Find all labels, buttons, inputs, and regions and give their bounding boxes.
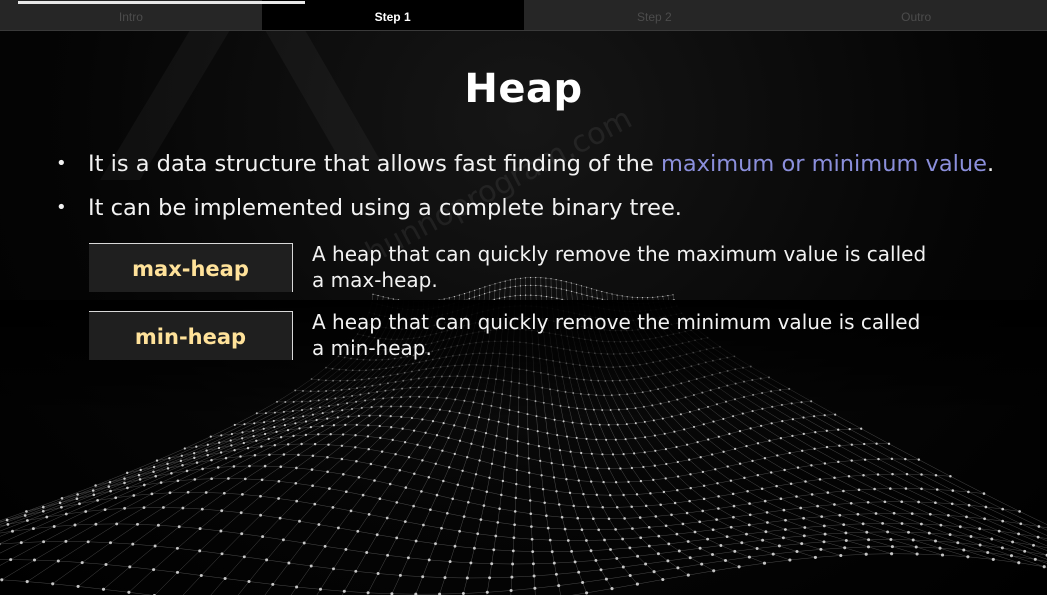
bullet-item: • It is a data structure that allows fast… — [56, 151, 994, 177]
term-description-line: a min-heap. — [312, 336, 432, 360]
term-description-line: A heap that can quickly remove the minim… — [312, 310, 921, 334]
bullet-highlight: maximum or minimum value — [660, 151, 988, 177]
bullet-dot-icon: • — [56, 153, 67, 174]
tab-step-2[interactable]: Step 2 — [523, 0, 786, 30]
progress-indicator — [18, 1, 305, 4]
tab-intro[interactable]: Intro — [0, 0, 262, 30]
term-description-max-heap: A heap that can quickly remove the maxim… — [312, 241, 952, 293]
bullet-text: It can be implemented using a complete b… — [88, 195, 682, 221]
bullet-dot-icon: • — [56, 197, 67, 218]
tab-step-1[interactable]: Step 1 — [261, 0, 524, 30]
term-description-line: a max-heap. — [312, 268, 438, 292]
slide-title: Heap — [464, 66, 583, 112]
term-description-min-heap: A heap that can quickly remove the minim… — [312, 309, 952, 361]
bullet-text: It is a data structure that allows fast … — [88, 151, 661, 177]
term-label-min-heap: min-heap — [89, 311, 293, 360]
step-tab-bar: Intro Step 1 Step 2 Outro — [0, 0, 1047, 31]
slide-stage: hunnoprogram.com Intro Step 1 Step 2 Out… — [0, 0, 1047, 595]
term-description-line: A heap that can quickly remove the maxim… — [312, 242, 927, 266]
bullet-text-end: . — [987, 151, 995, 177]
tab-outro[interactable]: Outro — [785, 0, 1047, 30]
term-label-max-heap: max-heap — [89, 243, 293, 292]
bullet-item: • It can be implemented using a complete … — [56, 195, 682, 221]
